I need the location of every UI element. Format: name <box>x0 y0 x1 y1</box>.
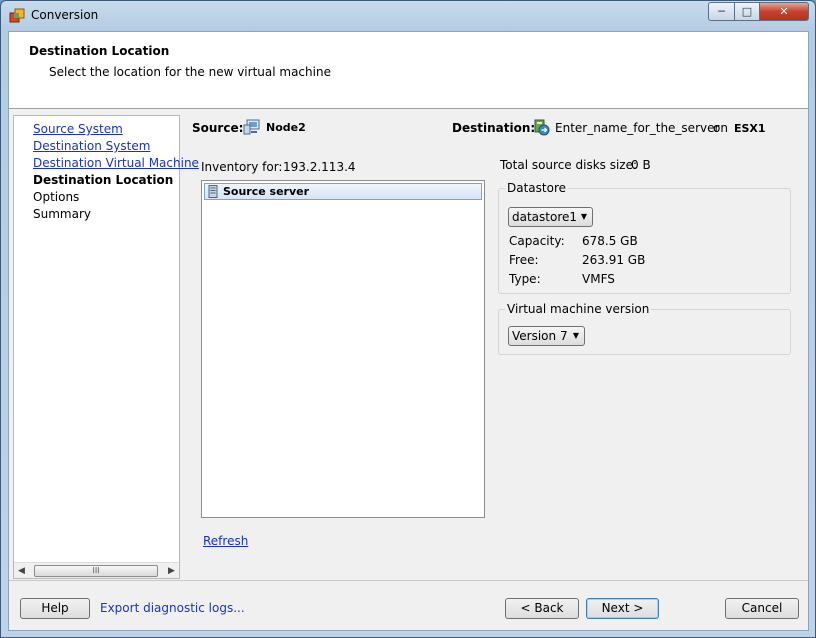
next-button[interactable]: Next > <box>586 598 659 619</box>
dialog-body: Destination Location Select the location… <box>8 31 809 631</box>
inventory-tree[interactable]: Source server <box>201 180 485 518</box>
datastore-selected-value: datastore1 <box>512 210 578 224</box>
close-button[interactable]: ✕ <box>759 2 809 21</box>
server-convert-icon <box>534 119 550 136</box>
capacity-value: 678.5 GB <box>582 234 638 248</box>
scrollbar-thumb[interactable]: III <box>34 565 158 577</box>
nav-item-destination-system[interactable]: Destination System <box>33 139 150 153</box>
nav-item-source-system[interactable]: Source System <box>33 122 123 136</box>
inventory-label: Inventory for: <box>201 160 283 174</box>
server-icon <box>208 185 218 198</box>
minimize-button[interactable]: ─ <box>708 2 735 21</box>
back-button[interactable]: < Back <box>505 598 579 619</box>
tree-item-source-server[interactable]: Source server <box>204 183 482 200</box>
title-bar[interactable]: Conversion ─ □ ✕ <box>1 1 815 31</box>
chevron-down-icon: ▼ <box>572 331 579 340</box>
datastore-select[interactable]: datastore1 ▼ <box>508 207 593 227</box>
scroll-left-icon[interactable]: ◀ <box>18 566 25 576</box>
help-button[interactable]: Help <box>20 598 90 619</box>
cancel-button[interactable]: Cancel <box>725 598 799 619</box>
inventory-host: 193.2.113.4 <box>283 160 356 174</box>
nav-item-options: Options <box>33 190 80 204</box>
wizard-nav: Source System Destination System Destina… <box>13 115 199 579</box>
window-title: Conversion <box>31 8 99 22</box>
nav-item-destination-location: Destination Location <box>33 173 174 187</box>
maximize-button[interactable]: □ <box>734 2 760 21</box>
conversion-window: Conversion ─ □ ✕ Destination Location Se… <box>0 0 816 638</box>
nav-horizontal-scrollbar[interactable]: ◀ III ▶ <box>14 562 179 578</box>
scroll-right-icon[interactable]: ▶ <box>168 566 175 576</box>
chevron-down-icon: ▼ <box>580 212 587 221</box>
free-label: Free: <box>509 253 539 267</box>
computer-icon <box>243 119 260 135</box>
destination-name: Enter_name_for_the_server <box>555 121 720 135</box>
destination-on-text: on <box>713 121 728 135</box>
type-value: VMFS <box>582 272 615 286</box>
source-label: Source: <box>192 121 244 135</box>
vm-version-group-title: Virtual machine version <box>505 302 652 316</box>
vm-version-selected-value: Version 7 <box>512 329 568 343</box>
vm-version-select[interactable]: Version 7 ▼ <box>508 326 585 346</box>
disks-size-value: 0 B <box>631 158 651 172</box>
tree-item-label: Source server <box>223 185 310 198</box>
vm-version-group: Virtual machine version Version 7 ▼ <box>498 302 791 355</box>
destination-label: Destination: <box>452 121 536 135</box>
page-title: Destination Location <box>29 44 170 58</box>
export-logs-link[interactable]: Export diagnostic logs... <box>100 601 245 615</box>
datastore-group-title: Datastore <box>505 181 569 195</box>
destination-host: ESX1 <box>734 122 766 135</box>
nav-item-destination-virtual-machine[interactable]: Destination Virtual Machine <box>33 156 199 170</box>
datastore-group: Datastore datastore1 ▼ Capacity: 678.5 G… <box>498 181 791 294</box>
free-value: 263.91 GB <box>582 253 646 267</box>
capacity-label: Capacity: <box>509 234 565 248</box>
source-name: Node2 <box>266 121 306 134</box>
disks-size-label: Total source disks size: <box>500 158 638 172</box>
page-header: Destination Location Select the location… <box>9 32 808 109</box>
type-label: Type: <box>509 272 541 286</box>
nav-item-summary: Summary <box>33 207 91 221</box>
app-icon <box>9 8 25 23</box>
refresh-link[interactable]: Refresh <box>203 534 248 548</box>
footer-divider <box>9 580 808 581</box>
page-subtitle: Select the location for the new virtual … <box>49 65 331 79</box>
